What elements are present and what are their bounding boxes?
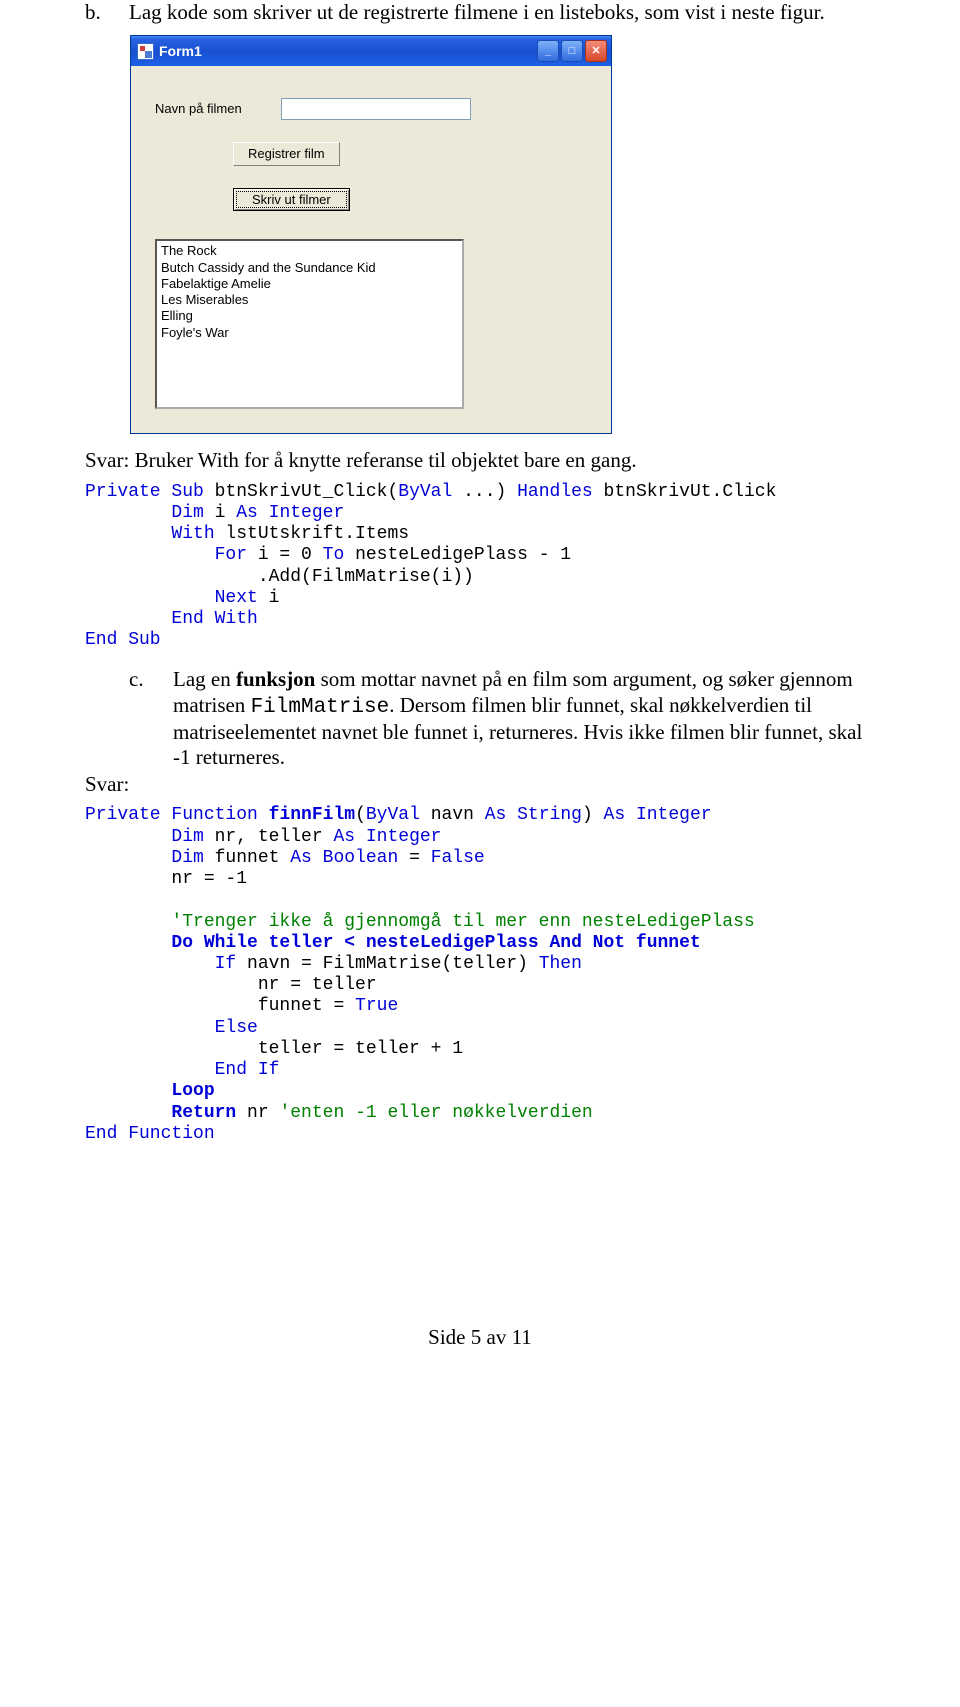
list-marker-b: b.: [85, 0, 129, 25]
film-name-input[interactable]: [281, 98, 471, 120]
list-item[interactable]: Foyle's War: [161, 325, 458, 341]
app-icon: [137, 43, 154, 60]
page-footer: Side 5 av 11: [85, 1325, 875, 1350]
register-button-row: Registrer film: [233, 142, 587, 166]
form1-window: Form1 _ □ ✕ Navn på filmen Registrer fil…: [130, 35, 612, 434]
print-button-row: Skriv ut filmer: [233, 188, 587, 212]
section-c-text: Lag en funksjon som mottar navnet på en …: [173, 667, 875, 770]
list-marker-c: c.: [129, 667, 173, 770]
section-c: c. Lag en funksjon som mottar navnet på …: [129, 667, 875, 770]
films-listbox[interactable]: The Rock Butch Cassidy and the Sundance …: [155, 239, 464, 409]
list-item[interactable]: Fabelaktige Amelie: [161, 276, 458, 292]
section-b-text: Lag kode som skriver ut de registrerte f…: [129, 0, 875, 25]
code-block-2: Private Function finnFilm(ByVal navn As …: [85, 805, 875, 1145]
list-item[interactable]: Les Miserables: [161, 292, 458, 308]
form-body: Navn på filmen Registrer film Skriv ut f…: [131, 66, 611, 433]
film-name-label: Navn på filmen: [155, 101, 281, 117]
list-item[interactable]: Elling: [161, 308, 458, 324]
film-name-row: Navn på filmen: [155, 98, 587, 120]
window-title: Form1: [159, 43, 537, 60]
svar2-label: Svar:: [85, 772, 875, 797]
print-films-button[interactable]: Skriv ut filmer: [233, 188, 350, 212]
code-block-1: Private Sub btnSkrivUt_Click(ByVal ...) …: [85, 482, 875, 652]
titlebar: Form1 _ □ ✕: [131, 36, 611, 66]
svar1-intro: Svar: Bruker With for å knytte referanse…: [85, 448, 875, 473]
list-item[interactable]: Butch Cassidy and the Sundance Kid: [161, 260, 458, 276]
list-item[interactable]: The Rock: [161, 243, 458, 259]
window-buttons: _ □ ✕: [537, 40, 607, 62]
section-b: b. Lag kode som skriver ut de registrert…: [85, 0, 875, 25]
close-icon[interactable]: ✕: [585, 40, 607, 62]
register-film-button[interactable]: Registrer film: [233, 142, 340, 166]
maximize-icon[interactable]: □: [561, 40, 583, 62]
minimize-icon[interactable]: _: [537, 40, 559, 62]
